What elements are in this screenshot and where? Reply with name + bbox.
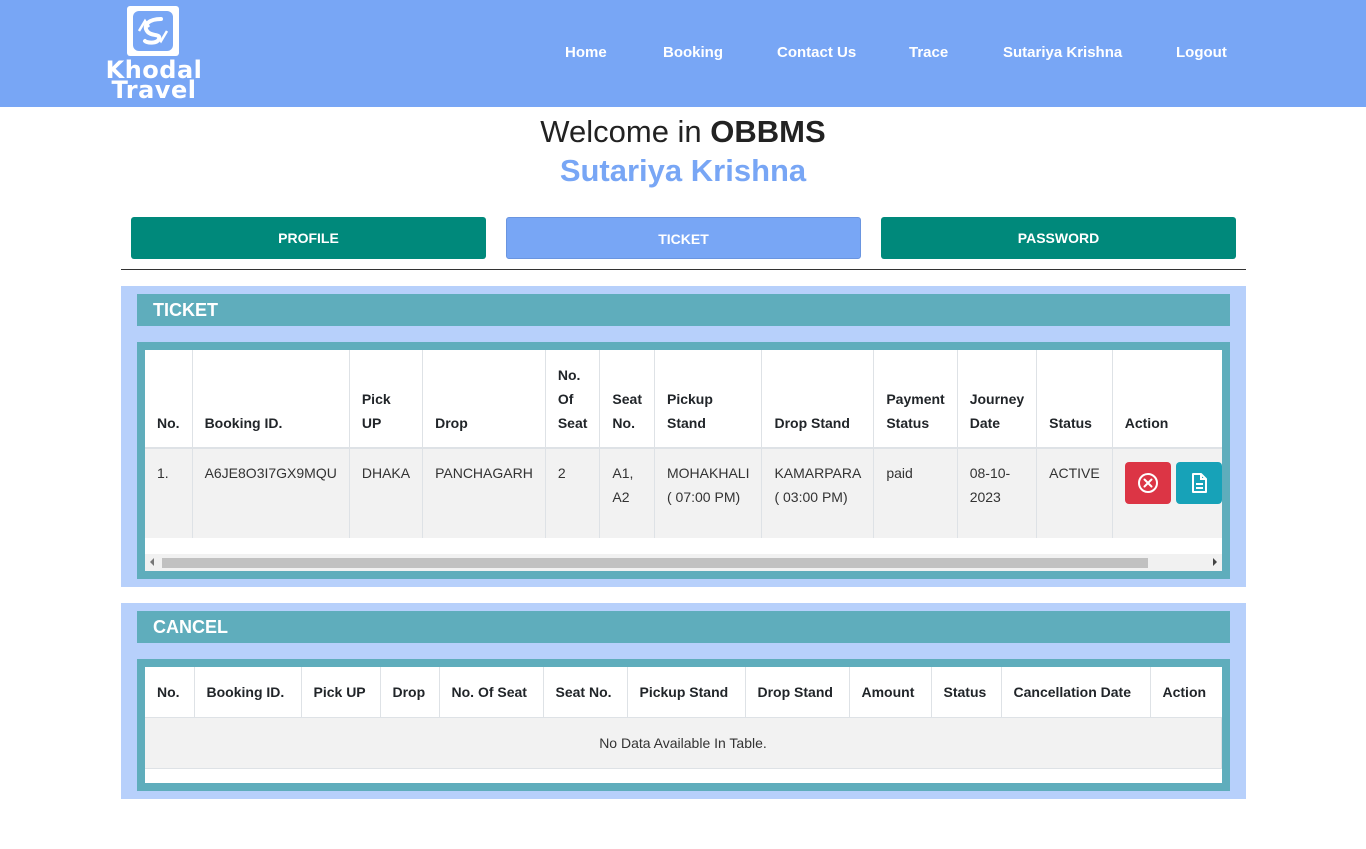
col-no: No. bbox=[145, 667, 195, 718]
welcome-username: Sutariya Krishna bbox=[559, 153, 807, 188]
scroll-right-icon[interactable] bbox=[1213, 558, 1217, 566]
cancel-section-title: CANCEL bbox=[137, 611, 1230, 643]
col-action: Action bbox=[1150, 667, 1222, 718]
ticket-table-header-row: No. Booking ID. Pick UP Drop No. Of Seat Se… bbox=[145, 350, 1222, 449]
table-row-empty: No Data Available In Table. bbox=[145, 717, 1222, 769]
scroll-left-icon[interactable] bbox=[150, 558, 154, 566]
col-drop: Drop bbox=[422, 350, 546, 449]
app-name: OBBMS bbox=[710, 114, 826, 149]
col-payment-status: Payment Status bbox=[873, 350, 958, 449]
col-no-of-seat: No. Of Seat bbox=[439, 667, 544, 718]
ticket-table-frame: No. Booking ID. Pick UP Drop No. Of Seat Se… bbox=[137, 342, 1230, 579]
col-pick-up: Pick UP bbox=[349, 350, 424, 449]
empty-table-message: No Data Available In Table. bbox=[145, 717, 1222, 769]
cell-seats: 2 bbox=[545, 448, 601, 538]
horizontal-scrollbar[interactable] bbox=[145, 554, 1222, 571]
col-drop-stand: Drop Stand bbox=[745, 667, 850, 718]
cancel-section: CANCEL No. Booking ID. Pick UP Drop No. … bbox=[121, 603, 1246, 799]
tab-password[interactable]: PASSWORD bbox=[881, 217, 1236, 259]
welcome-prefix: Welcome in bbox=[540, 114, 702, 149]
col-pickup-stand: Pickup Stand bbox=[654, 350, 763, 449]
col-pick-up: Pick UP bbox=[301, 667, 381, 718]
brand-name: Khodal Travel bbox=[104, 58, 204, 104]
col-cancellation-date: Cancellation Date bbox=[1001, 667, 1151, 718]
cancel-table-area: No. Booking ID. Pick UP Drop No. Of Seat… bbox=[145, 667, 1222, 783]
ticket-table-scroll-area[interactable]: No. Booking ID. Pick UP Drop No. Of Seat Se… bbox=[145, 350, 1222, 571]
cell-pick-up: DHAKA bbox=[349, 448, 424, 538]
col-seat-no: Seat No. bbox=[599, 350, 655, 449]
document-icon bbox=[1191, 473, 1207, 493]
col-booking-id: Booking ID. bbox=[194, 667, 302, 718]
cell-drop: PANCHAGARH bbox=[422, 448, 546, 538]
ticket-table: No. Booking ID. Pick UP Drop No. Of Seat Se… bbox=[145, 350, 1222, 538]
col-booking-id: Booking ID. bbox=[192, 350, 350, 449]
col-no-of-seat: No. Of Seat bbox=[545, 350, 601, 449]
cancel-ticket-button[interactable] bbox=[1124, 462, 1171, 504]
cell-booking-id: A6JE8O3I7GX9MQU bbox=[192, 448, 350, 538]
col-status: Status bbox=[1036, 350, 1113, 449]
nav-trace[interactable]: Trace bbox=[909, 44, 948, 61]
col-status: Status bbox=[931, 667, 1002, 718]
scrollbar-thumb[interactable] bbox=[162, 558, 1148, 568]
ticket-section: TICKET No. Booking ID. Pick UP Drop No. Of… bbox=[121, 286, 1246, 587]
col-amount: Amount bbox=[849, 667, 932, 718]
nav-logout[interactable]: Logout bbox=[1176, 44, 1227, 61]
cell-journey-date: 08-10- 2023 bbox=[957, 448, 1038, 538]
cell-seat-no: A1, A2 bbox=[599, 448, 655, 538]
col-pickup-stand: Pickup Stand bbox=[627, 667, 746, 718]
brand-line-2: Travel bbox=[111, 76, 197, 104]
col-drop-stand: Drop Stand bbox=[761, 350, 875, 449]
nav-contact-us[interactable]: Contact Us bbox=[777, 44, 856, 61]
welcome-heading: Welcome in OBBMS bbox=[0, 114, 1366, 150]
cell-action bbox=[1112, 448, 1222, 538]
brand-logo[interactable]: Khodal Travel bbox=[104, 6, 204, 104]
cell-payment-status: paid bbox=[873, 448, 958, 538]
cancel-table-header-row: No. Booking ID. Pick UP Drop No. Of Seat… bbox=[145, 667, 1222, 718]
cell-drop-stand: KAMARPARA( 03:00 PM) bbox=[761, 448, 875, 538]
top-navbar: Khodal Travel Home Booking Contact Us Tr… bbox=[0, 0, 1366, 107]
logo-mark-icon bbox=[127, 6, 179, 56]
col-seat-no: Seat No. bbox=[543, 667, 628, 718]
nav-user-profile[interactable]: Sutariya Krishna bbox=[1003, 44, 1122, 61]
nav-booking[interactable]: Booking bbox=[663, 44, 723, 61]
cancel-table: No. Booking ID. Pick UP Drop No. Of Seat… bbox=[145, 667, 1222, 769]
table-row: 1. A6JE8O3I7GX9MQU DHAKA PANCHAGARH 2 A1… bbox=[145, 448, 1222, 538]
divider bbox=[121, 269, 1246, 270]
view-ticket-button[interactable] bbox=[1175, 462, 1222, 504]
col-drop: Drop bbox=[380, 667, 440, 718]
close-circle-icon bbox=[1137, 473, 1158, 493]
cancel-table-frame: No. Booking ID. Pick UP Drop No. Of Seat… bbox=[137, 659, 1230, 791]
tab-ticket[interactable]: TICKET bbox=[506, 217, 861, 259]
col-action: Action bbox=[1112, 350, 1222, 449]
col-no: No. bbox=[145, 350, 193, 449]
ticket-section-title: TICKET bbox=[137, 294, 1230, 326]
cell-status: ACTIVE bbox=[1036, 448, 1113, 538]
cell-no: 1. bbox=[145, 448, 193, 538]
tab-profile[interactable]: PROFILE bbox=[131, 217, 486, 259]
cell-pickup-stand: MOHAKHALI( 07:00 PM) bbox=[654, 448, 763, 538]
nav-home[interactable]: Home bbox=[565, 44, 607, 61]
col-journey-date: Journey Date bbox=[957, 350, 1038, 449]
